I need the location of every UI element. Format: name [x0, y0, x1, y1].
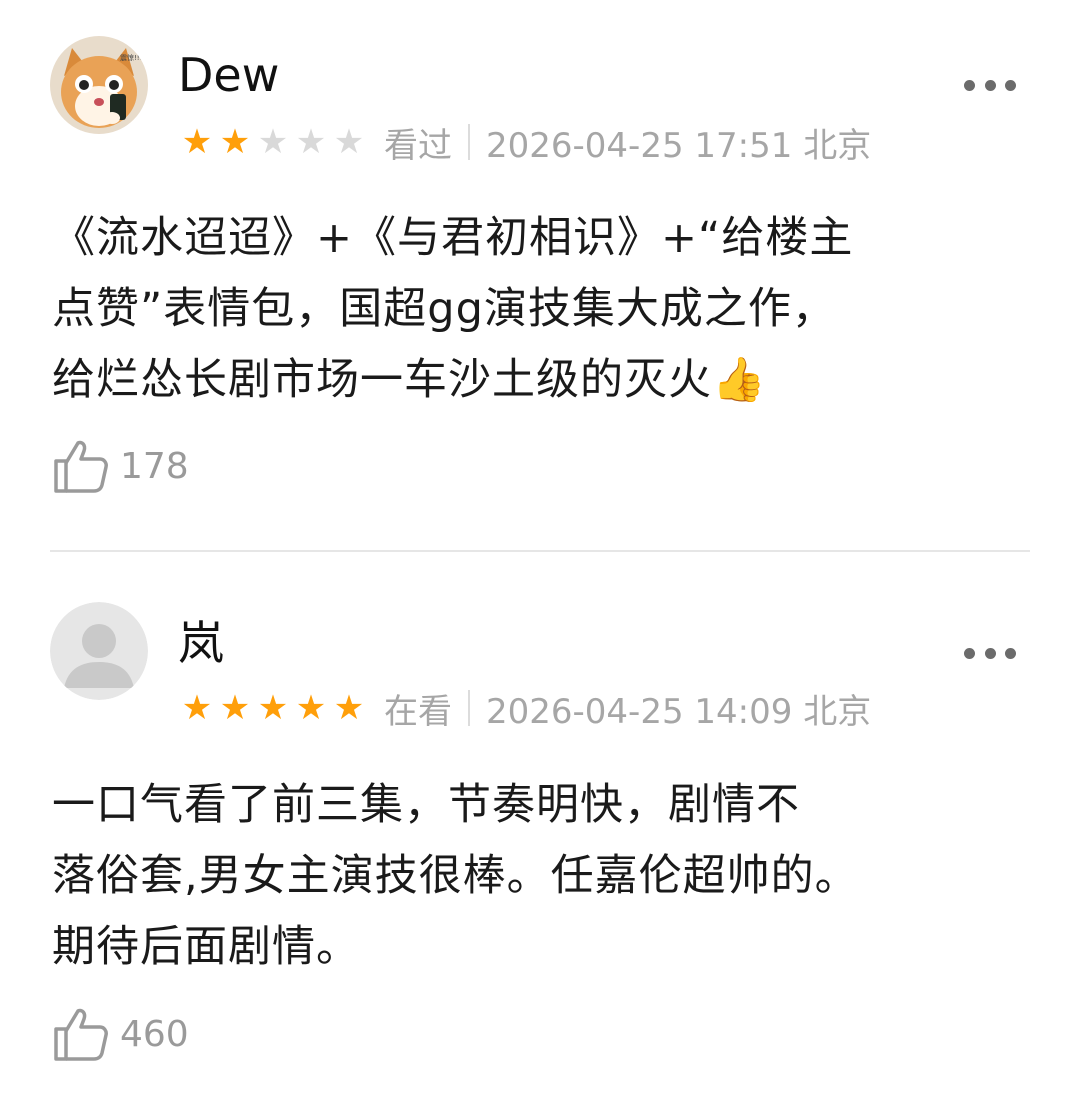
star-filled-icon: ★: [257, 688, 289, 728]
review-card: 岚 ★ ★ ★ ★ ★ 在看 2026-04-25 14:09 北京 一口气看了…: [0, 552, 1080, 1096]
like-button[interactable]: 460: [52, 1006, 189, 1062]
dot: [984, 647, 996, 659]
more-options-icon[interactable]: [964, 646, 1016, 660]
thumbs-up-icon: [54, 440, 108, 493]
content-line: 期待后面剧情。: [52, 922, 360, 972]
divider: [468, 124, 470, 160]
watch-status: 看过: [384, 125, 452, 166]
timestamp: 2026-04-25 17:51 北京: [486, 125, 872, 166]
content-line: 一口气看了前三集，节奏明快，剧情不: [52, 780, 800, 830]
watch-status: 在看: [384, 691, 452, 732]
username[interactable]: 岚: [178, 620, 224, 666]
divider: [468, 690, 470, 726]
timestamp: 2026-04-25 14:09 北京: [486, 691, 872, 732]
dot: [984, 79, 996, 91]
star-filled-icon: ★: [219, 122, 251, 162]
dot: [964, 647, 975, 659]
thumbs-up-icon: [54, 1008, 108, 1061]
dot: [964, 79, 975, 91]
star-filled-icon: ★: [219, 688, 251, 728]
review-meta: ★ ★ ★ ★ ★ 看过 2026-04-25 17:51 北京: [178, 122, 871, 166]
content-line: 落俗套,男女主演技很棒。任嘉伦超帅的。: [52, 851, 859, 901]
star-filled-icon: ★: [181, 688, 213, 728]
svg-text:震惊!!!: 震惊!!!: [120, 53, 142, 62]
star-filled-icon: ★: [295, 688, 327, 728]
star-filled-icon: ★: [333, 688, 365, 728]
like-count: 178: [120, 445, 189, 487]
dot: [1005, 79, 1016, 91]
star-empty-icon: ★: [295, 122, 327, 162]
like-button[interactable]: 178: [52, 438, 189, 494]
star-empty-icon: ★: [333, 122, 365, 162]
default-user-avatar-icon[interactable]: [50, 602, 148, 700]
star-empty-icon: ★: [257, 122, 289, 162]
review-content: 一口气看了前三集，节奏明快，剧情不 落俗套,男女主演技很棒。任嘉伦超帅的。 期待…: [52, 770, 1037, 983]
like-count: 460: [120, 1013, 189, 1055]
cat-avatar-icon[interactable]: 震惊!!!: [50, 36, 148, 134]
dot: [1005, 647, 1016, 659]
review-card: 震惊!!! Dew ★ ★ ★ ★ ★ 看过 2026-04-25 17:51 …: [0, 0, 1080, 550]
review-meta: ★ ★ ★ ★ ★ 在看 2026-04-25 14:09 北京: [178, 688, 871, 732]
more-options-icon[interactable]: [964, 78, 1016, 92]
content-line: 点赞”表情包，国超gg演技集大成之作，: [52, 284, 836, 334]
star-rating: ★ ★ ★ ★ ★: [178, 691, 368, 725]
content-line: 《流水迢迢》+《与君初相识》+“给楼主: [52, 213, 854, 263]
review-content: 《流水迢迢》+《与君初相识》+“给楼主 点赞”表情包，国超gg演技集大成之作， …: [52, 203, 1037, 416]
username[interactable]: Dew: [178, 52, 279, 98]
star-rating: ★ ★ ★ ★ ★: [178, 125, 368, 159]
star-filled-icon: ★: [181, 122, 213, 162]
content-line: 给烂怂长剧市场一车沙土级的灭火👍: [52, 355, 767, 405]
